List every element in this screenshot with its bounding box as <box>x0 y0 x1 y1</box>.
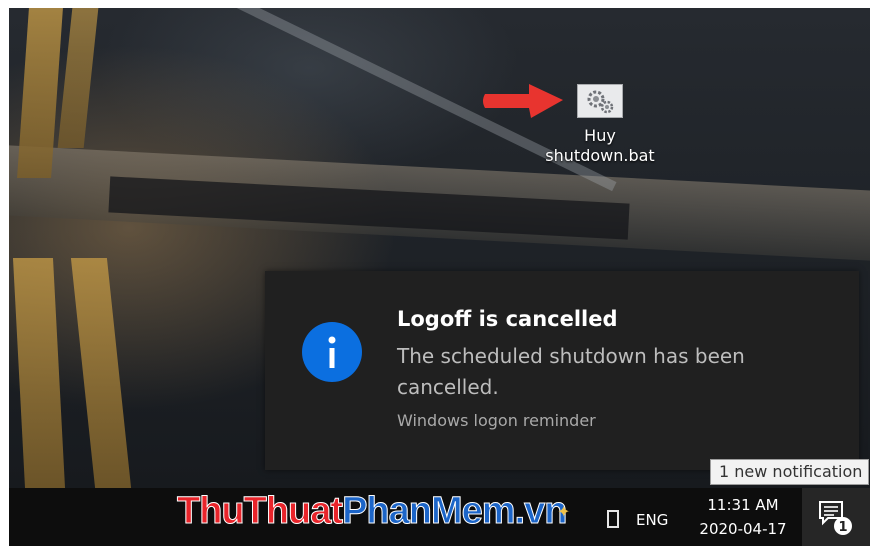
wallpaper-yellow-line <box>70 258 132 488</box>
icon-label-line2: shutdown.bat <box>545 146 655 165</box>
action-center-icon: 1 <box>819 501 852 535</box>
batch-file-gears-icon <box>577 84 623 118</box>
watermark-part2: PhanMem <box>342 490 516 533</box>
clock-date: 2020-04-17 <box>699 520 787 538</box>
icon-label-line1: Huy <box>584 126 616 145</box>
language-indicator[interactable]: ENG <box>636 511 668 529</box>
taskbar: ThuThuatPhanMem.vn ✦ ENG 11:31 AM 2020-0… <box>9 488 870 546</box>
notification-source: Windows logon reminder <box>397 411 596 430</box>
desktop-icon-huy-shutdown[interactable]: Huy shutdown.bat <box>529 84 671 166</box>
clock-time: 11:31 AM <box>707 496 779 514</box>
tray-app-icon[interactable]: ✦ <box>557 502 570 521</box>
notification-title: Logoff is cancelled <box>397 307 618 331</box>
notification-body: The scheduled shutdown has been cancelle… <box>397 344 745 399</box>
tray-device-icon[interactable] <box>607 510 619 528</box>
toast-notification[interactable]: Logoff is cancelled The scheduled shutdo… <box>265 271 859 470</box>
watermark-part1: ThuThuat <box>176 490 343 533</box>
taskbar-clock[interactable]: 11:31 AM 2020-04-17 <box>689 493 797 541</box>
wallpaper-yellow-line <box>57 8 99 148</box>
info-icon <box>302 322 362 382</box>
wallpaper-yellow-line <box>12 258 66 488</box>
notification-count-badge: 1 <box>838 520 847 535</box>
desktop-icon-label: Huy shutdown.bat <box>529 126 671 166</box>
action-center-button[interactable]: 1 <box>802 488 870 546</box>
watermark-logo: ThuThuatPhanMem.vn <box>176 490 567 533</box>
desktop-screen: Huy shutdown.bat Logoff is cancelled The… <box>9 8 870 546</box>
notification-count-tooltip: 1 new notification <box>710 459 870 485</box>
